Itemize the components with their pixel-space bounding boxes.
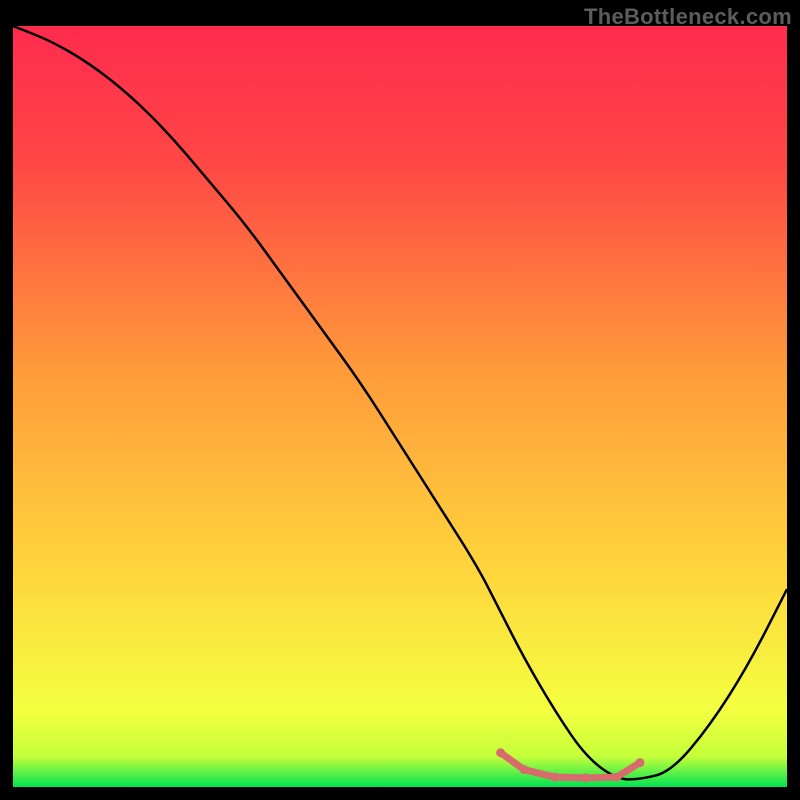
bottleneck-chart bbox=[13, 26, 787, 787]
optimal-dot bbox=[612, 773, 621, 782]
optimal-dot bbox=[581, 773, 590, 782]
watermark-text: TheBottleneck.com bbox=[584, 4, 792, 30]
optimal-dot bbox=[496, 748, 505, 757]
chart-svg bbox=[13, 26, 787, 787]
optimal-dot bbox=[635, 758, 644, 767]
optimal-dot bbox=[550, 773, 559, 782]
optimal-dot bbox=[519, 765, 528, 774]
gradient-background bbox=[13, 26, 787, 787]
